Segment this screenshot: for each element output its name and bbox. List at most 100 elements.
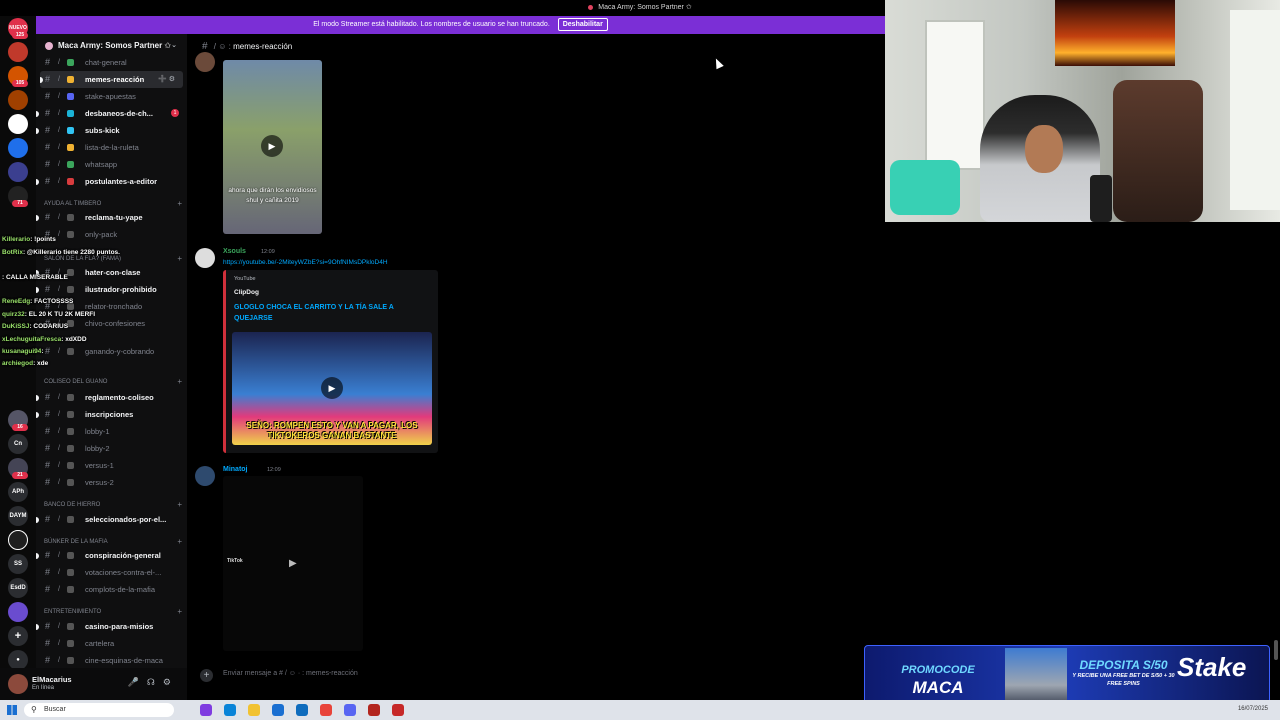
server-icon[interactable] <box>8 90 28 110</box>
server-icon[interactable] <box>8 602 28 622</box>
channel-item[interactable]: # / cartelera <box>36 635 187 652</box>
server-icon[interactable] <box>8 42 28 62</box>
channel-category[interactable]: BANCO DE HIERRO + <box>44 498 184 512</box>
channel-item[interactable]: # / lobby-2 <box>36 440 187 457</box>
channel-emoji-icon <box>67 59 74 66</box>
message-input[interactable]: Enviar mensaje a # / ☺ · : memes-reacció… <box>223 670 358 677</box>
server-label-icon[interactable]: SS <box>8 554 28 574</box>
play-icon[interactable]: ▶ <box>261 135 283 157</box>
channel-item[interactable]: # / ilustrador-prohibido <box>36 281 187 298</box>
channel-item[interactable]: # / memes-reacción ➕ ⚙ <box>40 71 183 88</box>
channel-title: memes-reacción <box>233 42 293 51</box>
streamer-mode-banner: El modo Streamer está habilitado. Los no… <box>36 16 885 34</box>
mic-icon[interactable]: 🎤 <box>128 677 147 687</box>
add-channel-icon[interactable]: + <box>177 375 182 389</box>
channel-prefix-icon: / <box>58 161 60 168</box>
channel-item[interactable]: # / conspiración-general <box>36 547 187 564</box>
channel-item[interactable]: # / chivo-confesiones <box>36 315 187 332</box>
embed-thumbnail[interactable]: ▶ SEÑO: ROMPEN ESTO Y VAN A PAGAR, LOS T… <box>232 332 432 445</box>
channel-item[interactable]: # / lobby-1 <box>36 423 187 440</box>
channel-item[interactable]: # / reglamento-coliseo <box>36 389 187 406</box>
channel-item[interactable]: # / hater-con-clase <box>36 264 187 281</box>
server-icon[interactable] <box>8 114 28 134</box>
play-icon[interactable]: ▶ <box>289 558 297 569</box>
copilot-icon[interactable] <box>200 704 212 716</box>
play-icon[interactable]: ▶ <box>321 377 343 399</box>
server-label-icon[interactable]: DAYM <box>8 506 28 526</box>
gear-icon[interactable]: ⚙ <box>163 677 179 687</box>
embed-author[interactable]: ClipDog <box>234 289 259 296</box>
channel-item[interactable]: # / lista-de-la-ruleta <box>36 139 187 156</box>
channel-item[interactable]: # / cine-esquinas-de-maca <box>36 652 187 669</box>
store-icon[interactable] <box>272 704 284 716</box>
channel-item[interactable]: # / versus-2 <box>36 474 187 491</box>
hashtag-icon: # <box>45 567 51 577</box>
channel-item[interactable]: # / versus-1 <box>36 457 187 474</box>
channel-item[interactable]: # / inscripciones <box>36 406 187 423</box>
channel-emoji-icon <box>67 76 74 83</box>
scrollbar[interactable] <box>1274 640 1278 660</box>
channel-item[interactable]: # / whatsapp <box>36 156 187 173</box>
unread-indicator <box>36 270 39 276</box>
avatar[interactable] <box>195 466 215 486</box>
edge-icon[interactable] <box>224 704 236 716</box>
channel-item[interactable]: # / stake-apuestas <box>36 88 187 105</box>
channel-category[interactable]: ENTRETENIMIENTO + <box>44 605 184 619</box>
channel-settings-icon[interactable]: ➕ ⚙ <box>158 71 175 88</box>
channel-item[interactable]: # / desbaneos-de-ch... 1 <box>36 105 187 122</box>
windows-start-icon[interactable] <box>7 705 17 715</box>
message-author[interactable]: Xsouls <box>223 248 246 255</box>
channel-item[interactable]: # / only-pack <box>36 226 187 243</box>
server-label-icon[interactable]: Cn <box>8 434 28 454</box>
server-icon[interactable] <box>8 530 28 550</box>
stake-logo: Stake <box>1177 652 1247 682</box>
hashtag-icon: # <box>45 159 51 169</box>
headphones-icon[interactable]: ☊ <box>147 677 163 687</box>
chrome-icon[interactable] <box>320 704 332 716</box>
taskbar-search[interactable]: ⚲ Buscar <box>24 703 174 717</box>
server-label-icon[interactable]: APh <box>8 482 28 502</box>
hashtag-icon: # <box>45 584 51 594</box>
channel-prefix-icon: / <box>58 657 60 664</box>
category-label: COLISEO DEL GUANO <box>44 379 108 385</box>
channel-item[interactable]: # / votaciones-contra-el-... <box>36 564 187 581</box>
discord-icon[interactable] <box>344 704 356 716</box>
message-link[interactable]: https://youtube.be/-2MiteyWZbE?si=9OhfNI… <box>223 259 388 266</box>
server-icon[interactable] <box>8 138 28 158</box>
video-attachment[interactable]: ▶ ahora que dirán los envidiosos shul y … <box>223 60 322 234</box>
message-author[interactable]: Minatoj <box>223 466 248 473</box>
channel-prefix-icon: / <box>58 286 60 293</box>
channel-item[interactable]: # / ganando-y-cobrando <box>36 343 187 360</box>
add-attachment-icon[interactable]: + <box>200 669 213 682</box>
server-icon[interactable] <box>8 162 28 182</box>
channel-item[interactable]: # / subs-kick <box>36 122 187 139</box>
webcam-face <box>1025 125 1063 173</box>
channel-label: reglamento-coliseo <box>85 393 154 402</box>
message-composer: + Enviar mensaje a # / ☺ · : memes-reacc… <box>187 666 864 686</box>
folder-icon[interactable] <box>248 704 260 716</box>
channel-item[interactable]: # / chat-general <box>36 54 187 71</box>
channel-item[interactable]: # / relator-tronchado <box>36 298 187 315</box>
server-emblem-icon <box>45 42 53 50</box>
video-attachment[interactable]: TikTok ▶ <box>223 476 363 651</box>
app-icon[interactable] <box>368 704 380 716</box>
channel-item[interactable]: # / reclama-tu-yape <box>36 209 187 226</box>
channel-item[interactable]: # / complots-de-la-mafia <box>36 581 187 598</box>
server-label-icon[interactable]: EsdD <box>8 578 28 598</box>
avatar[interactable] <box>195 52 215 72</box>
embed-title[interactable]: GLOGLO CHOCA EL CARRITO Y LA TÍA SALE A … <box>234 302 414 324</box>
add-channel-icon[interactable]: + <box>177 498 182 512</box>
unread-indicator <box>40 77 43 83</box>
disable-streamer-button[interactable]: Deshabilitar <box>557 18 608 31</box>
avatar[interactable] <box>8 674 28 694</box>
add-channel-icon[interactable]: + <box>177 605 182 619</box>
add-server-icon[interactable]: + <box>8 626 28 646</box>
app-icon[interactable] <box>392 704 404 716</box>
avatar[interactable] <box>195 248 215 268</box>
channel-item[interactable]: # / postulantes-a-editor <box>36 173 187 190</box>
channel-item[interactable]: # / casino-para-misios <box>36 618 187 635</box>
explore-icon[interactable]: ● <box>8 650 28 670</box>
channel-item[interactable]: # / seleccionados-por-el... <box>36 511 187 528</box>
channel-category[interactable]: COLISEO DEL GUANO + <box>44 375 184 389</box>
outlook-icon[interactable] <box>296 704 308 716</box>
